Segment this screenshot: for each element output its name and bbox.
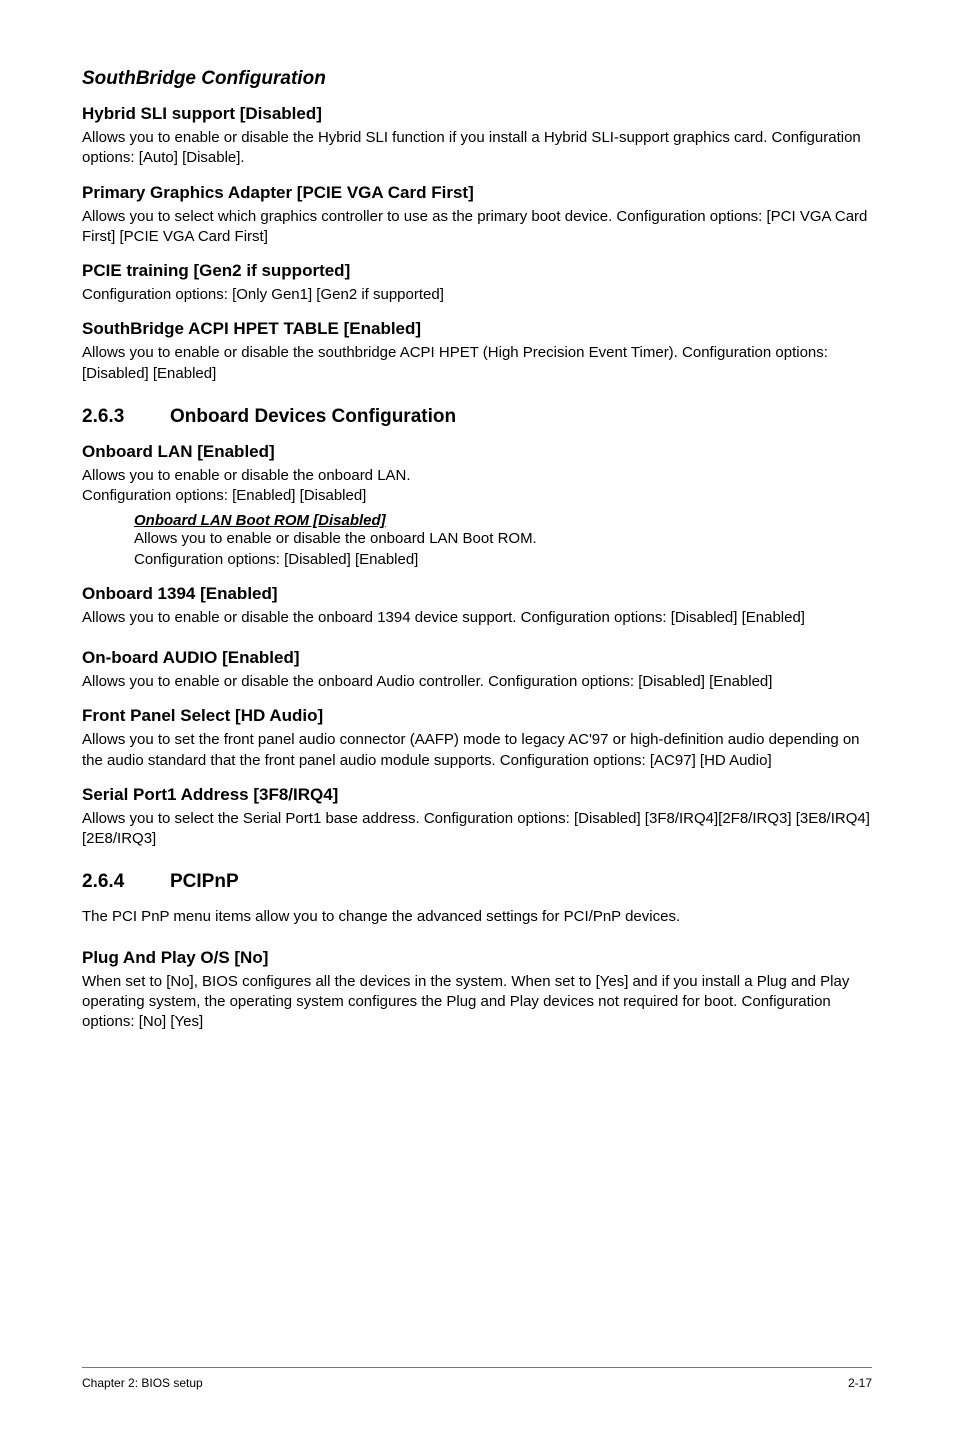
footer-right: 2-17	[848, 1376, 872, 1390]
sub-heading-lan-boot-rom: Onboard LAN Boot ROM [Disabled]	[134, 512, 872, 529]
section-title-southbridge: SouthBridge Configuration	[82, 68, 872, 90]
section-title-onboard: Onboard Devices Configuration	[170, 406, 456, 427]
body-acpi-hpet: Allows you to enable or disable the sout…	[82, 343, 872, 384]
heading-onboard-audio: On-board AUDIO [Enabled]	[82, 648, 872, 668]
section-heading-pcipnp: 2.6.4PCIPnP	[82, 871, 872, 893]
body-plug-and-play: When set to [No], BIOS configures all th…	[82, 972, 872, 1033]
body-primary-graphics: Allows you to select which graphics cont…	[82, 207, 872, 248]
body-hybrid-sli: Allows you to enable or disable the Hybr…	[82, 128, 872, 169]
body-onboard-1394: Allows you to enable or disable the onbo…	[82, 608, 872, 628]
heading-front-panel: Front Panel Select [HD Audio]	[82, 706, 872, 726]
heading-acpi-hpet: SouthBridge ACPI HPET TABLE [Enabled]	[82, 319, 872, 339]
body-onboard-lan-2: Configuration options: [Enabled] [Disabl…	[82, 486, 872, 506]
section-number-onboard: 2.6.3	[82, 406, 170, 428]
section-title-pcipnp: PCIPnP	[170, 871, 239, 892]
body-pcipnp-intro: The PCI PnP menu items allow you to chan…	[82, 907, 872, 927]
body-onboard-lan-1: Allows you to enable or disable the onbo…	[82, 466, 872, 486]
body-onboard-audio: Allows you to enable or disable the onbo…	[82, 672, 872, 692]
page-footer: Chapter 2: BIOS setup 2-17	[82, 1367, 872, 1390]
body-front-panel: Allows you to set the front panel audio …	[82, 730, 872, 771]
heading-onboard-lan: Onboard LAN [Enabled]	[82, 442, 872, 462]
heading-serial-port: Serial Port1 Address [3F8/IRQ4]	[82, 785, 872, 805]
body-serial-port: Allows you to select the Serial Port1 ba…	[82, 809, 872, 850]
heading-primary-graphics: Primary Graphics Adapter [PCIE VGA Card …	[82, 183, 872, 203]
sub-body-lan-boot-rom-1: Allows you to enable or disable the onbo…	[134, 529, 872, 549]
heading-plug-and-play: Plug And Play O/S [No]	[82, 948, 872, 968]
heading-onboard-1394: Onboard 1394 [Enabled]	[82, 584, 872, 604]
body-pcie-training: Configuration options: [Only Gen1] [Gen2…	[82, 285, 872, 305]
section-number-pcipnp: 2.6.4	[82, 871, 170, 893]
footer-left: Chapter 2: BIOS setup	[82, 1376, 203, 1390]
heading-hybrid-sli: Hybrid SLI support [Disabled]	[82, 104, 872, 124]
sub-body-lan-boot-rom-2: Configuration options: [Disabled] [Enabl…	[134, 550, 872, 570]
section-heading-onboard: 2.6.3Onboard Devices Configuration	[82, 406, 872, 428]
heading-pcie-training: PCIE training [Gen2 if supported]	[82, 261, 872, 281]
